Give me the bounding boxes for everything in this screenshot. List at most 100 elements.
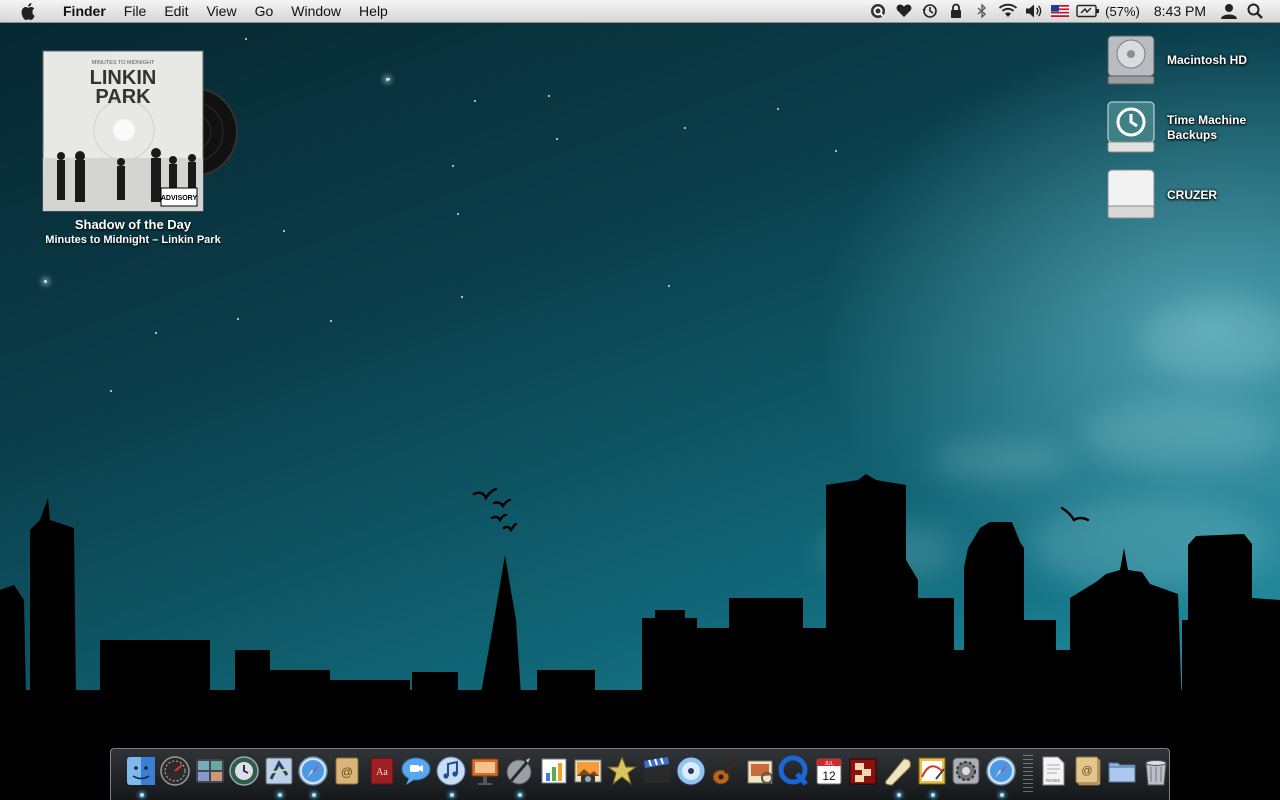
dock-safari-secondary[interactable] bbox=[985, 755, 1019, 797]
dock-preview[interactable] bbox=[744, 755, 778, 789]
photo-booth-icon bbox=[849, 758, 877, 785]
dock-dictionary[interactable]: Aa bbox=[366, 755, 400, 789]
dock-dashboard[interactable] bbox=[159, 755, 193, 789]
bluetooth-icon[interactable] bbox=[971, 0, 993, 22]
dock-trash[interactable] bbox=[1140, 755, 1174, 789]
menu-window[interactable]: Window bbox=[282, 0, 350, 22]
preview-icon bbox=[747, 760, 774, 784]
running-indicator bbox=[277, 793, 282, 797]
dock-documents-folder[interactable] bbox=[1106, 755, 1140, 789]
spotlight-icon[interactable] bbox=[1244, 0, 1266, 22]
dock-ical[interactable]: JUL 12 bbox=[813, 755, 847, 789]
menu-bar: Finder File Edit View Go Window Help (57… bbox=[0, 0, 1280, 23]
battery-icon[interactable] bbox=[1075, 0, 1101, 22]
dock-grapher[interactable] bbox=[916, 755, 950, 797]
track-subtitle: Minutes to Midnight – Linkin Park bbox=[45, 234, 221, 246]
dock-itunes[interactable] bbox=[435, 755, 469, 797]
dock-pages-document[interactable]: PAGES bbox=[1037, 755, 1071, 789]
battery-percent[interactable]: (57%) bbox=[1105, 4, 1140, 19]
address-book-icon: @ bbox=[335, 757, 359, 785]
dock-imovie[interactable] bbox=[606, 755, 640, 789]
dock-system-preferences[interactable] bbox=[950, 755, 984, 789]
time-machine-icon[interactable] bbox=[919, 0, 941, 22]
ichat-icon bbox=[401, 757, 431, 785]
user-icon[interactable] bbox=[1218, 0, 1240, 22]
dock-finder[interactable] bbox=[125, 755, 159, 797]
macintosh-hd-icon[interactable]: Macintosh HD bbox=[1104, 32, 1274, 88]
album-band-line-2: PARK bbox=[95, 86, 151, 108]
heart-icon[interactable] bbox=[893, 0, 915, 22]
dock-dvd-player[interactable] bbox=[675, 755, 709, 789]
scroll-icon bbox=[884, 758, 911, 786]
usb-drive-icon bbox=[1107, 169, 1155, 219]
drive-label: Macintosh HD bbox=[1167, 53, 1248, 67]
svg-text:@: @ bbox=[341, 765, 353, 779]
time-machine-icon bbox=[229, 756, 259, 786]
dock-address-stack[interactable]: @ bbox=[1072, 755, 1106, 789]
dock: @ Aa JUL 12 PAGES @ bbox=[110, 748, 1170, 800]
dock-spaces[interactable] bbox=[194, 755, 228, 789]
dock-safari[interactable] bbox=[297, 755, 331, 797]
lock-icon[interactable] bbox=[945, 0, 967, 22]
dock-script-editor[interactable] bbox=[503, 755, 537, 797]
dock-mail[interactable] bbox=[263, 755, 297, 797]
album-artwork[interactable]: ADVISORY MINUTES TO MIDNIGHT LINKIN PARK bbox=[28, 48, 238, 218]
dictionary-icon: Aa bbox=[370, 757, 394, 785]
dock-numbers[interactable] bbox=[538, 755, 572, 789]
menu-file[interactable]: File bbox=[115, 0, 156, 22]
wifi-icon[interactable] bbox=[997, 0, 1019, 22]
album-advisory: ADVISORY bbox=[161, 195, 198, 202]
time-machine-drive-icon bbox=[1107, 101, 1155, 153]
dock-garageband[interactable] bbox=[710, 755, 744, 789]
menu-finder[interactable]: Finder bbox=[54, 0, 115, 22]
cruzer-drive-icon[interactable]: CRUZER bbox=[1104, 166, 1274, 222]
ical-icon: JUL 12 bbox=[816, 758, 842, 785]
safari-icon bbox=[298, 756, 328, 786]
menu-view[interactable]: View bbox=[197, 0, 245, 22]
dock-time-machine[interactable] bbox=[228, 755, 262, 789]
clapper-icon bbox=[643, 757, 670, 783]
menu-edit[interactable]: Edit bbox=[155, 0, 197, 22]
folder-icon bbox=[1108, 762, 1136, 783]
hard-drive-icon bbox=[1107, 35, 1155, 85]
dock-iphoto[interactable] bbox=[572, 755, 606, 789]
grapher-icon bbox=[918, 757, 946, 785]
time-machine-backups-icon[interactable]: Time Machine Backups bbox=[1104, 98, 1274, 156]
menu-help[interactable]: Help bbox=[350, 0, 397, 22]
spaces-icon bbox=[195, 759, 224, 783]
dashboard-icon bbox=[160, 756, 191, 786]
menu-go[interactable]: Go bbox=[246, 0, 283, 22]
desktop: ADVISORY MINUTES TO MIDNIGHT LINKIN PARK… bbox=[0, 0, 1280, 800]
quicksilver-icon[interactable] bbox=[867, 0, 889, 22]
dock-separator bbox=[1023, 755, 1034, 795]
dock-photo-booth[interactable] bbox=[847, 755, 881, 789]
mail-icon bbox=[265, 757, 293, 785]
keynote-icon bbox=[471, 758, 499, 785]
volume-icon[interactable] bbox=[1023, 0, 1045, 22]
running-indicator bbox=[311, 793, 316, 797]
iphoto-icon bbox=[574, 759, 602, 783]
trash-icon bbox=[1145, 760, 1167, 786]
running-indicator bbox=[896, 793, 901, 797]
quicktime-icon bbox=[778, 755, 809, 786]
safari-icon bbox=[986, 756, 1016, 786]
menubar-clock[interactable]: 8:43 PM bbox=[1154, 3, 1206, 19]
dock-scroll[interactable] bbox=[882, 755, 916, 797]
track-title: Shadow of the Day bbox=[74, 217, 192, 232]
finder-icon bbox=[127, 757, 155, 785]
dock-address-book[interactable]: @ bbox=[331, 755, 365, 789]
dock-quicktime[interactable] bbox=[778, 755, 812, 789]
apple-menu-icon[interactable] bbox=[20, 2, 38, 20]
us-flag-icon[interactable] bbox=[1049, 0, 1071, 22]
album-cover-top: MINUTES TO MIDNIGHT bbox=[92, 60, 155, 66]
dock-keynote[interactable] bbox=[469, 755, 503, 789]
running-indicator bbox=[140, 793, 144, 797]
drive-label: CRUZER bbox=[1167, 188, 1217, 202]
ical-date: 12 bbox=[822, 769, 836, 783]
dock-ichat[interactable] bbox=[400, 755, 434, 789]
script-editor-icon bbox=[506, 758, 532, 785]
running-indicator bbox=[518, 793, 523, 797]
pages-label: PAGES bbox=[1046, 778, 1060, 783]
garageband-icon bbox=[712, 757, 739, 785]
dock-imovie-hd[interactable] bbox=[641, 755, 675, 789]
